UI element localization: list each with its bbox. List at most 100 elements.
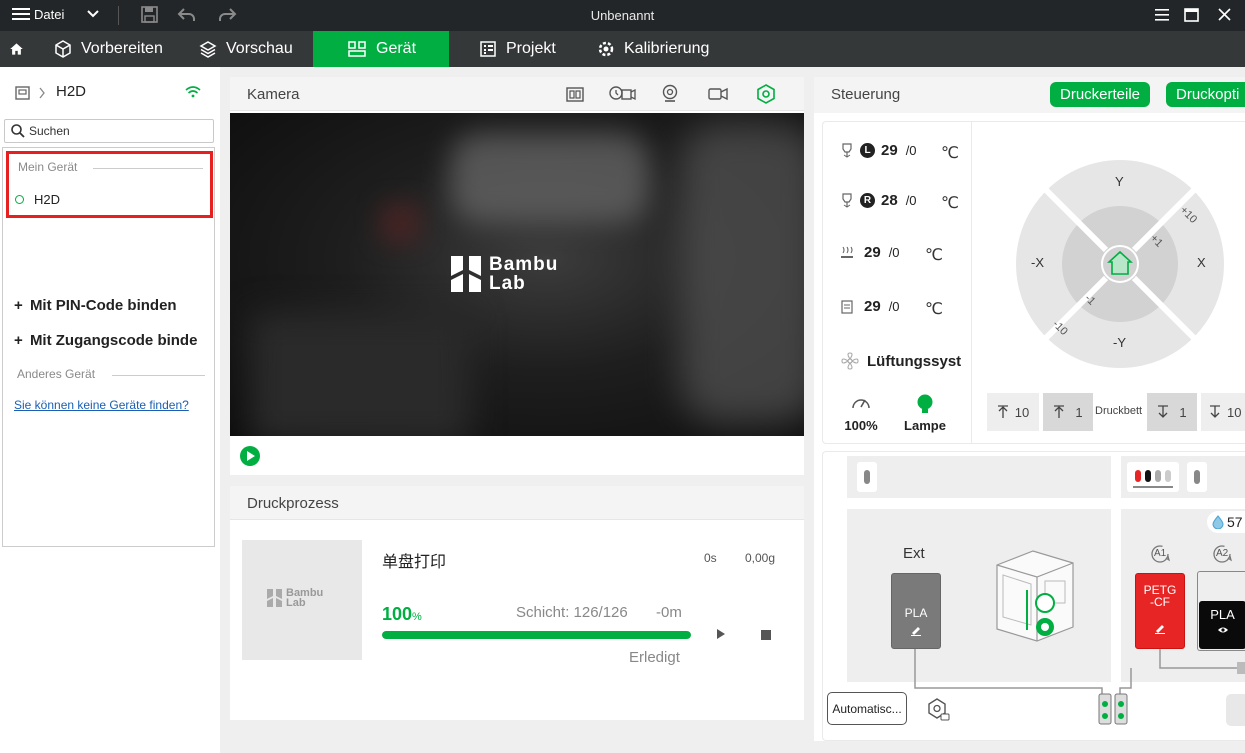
progress-percent-value: 100 xyxy=(382,604,413,624)
help-link[interactable]: Sie können keine Geräte finden? xyxy=(14,398,189,412)
bed-down-10-label: 10 xyxy=(1227,404,1242,420)
webcam-icon[interactable] xyxy=(660,83,680,105)
nozzle-icon xyxy=(842,192,852,208)
search-input[interactable] xyxy=(29,124,199,138)
undo-icon[interactable] xyxy=(176,5,198,25)
print-process-title: Druckprozess xyxy=(247,495,339,512)
ams-settings-icon[interactable] xyxy=(925,696,951,722)
thumb-logo-text: Bambu Lab xyxy=(286,588,323,609)
tab-prepare-label: Vorbereiten xyxy=(81,40,163,57)
nozzle-right-badge: R xyxy=(860,193,875,208)
bind-access-button[interactable]: + Mit Zugangscode binde xyxy=(14,332,210,349)
cube-icon xyxy=(55,40,71,58)
feed-shape-3 xyxy=(250,313,470,436)
chamber-current: 29 xyxy=(864,298,881,315)
file-menu-label: Datei xyxy=(34,6,65,22)
bed-up-1-button[interactable]: 1 xyxy=(1043,393,1093,431)
device-list: Mein Gerät H2D + Mit PIN-Code binden + M… xyxy=(2,147,215,547)
print-weight: 0,00g xyxy=(745,551,776,565)
bed-up-10-button[interactable]: 10 xyxy=(987,393,1039,431)
camera-settings-icon[interactable] xyxy=(756,84,776,104)
play-circle-icon[interactable] xyxy=(239,445,261,467)
title-bar: Datei Unbenannt xyxy=(0,0,1245,31)
tab-preview[interactable]: Vorschau xyxy=(199,31,293,67)
video-record-icon[interactable] xyxy=(707,85,729,103)
tab-prepare[interactable]: Vorbereiten xyxy=(54,31,163,67)
tab-calibration-label: Kalibrierung xyxy=(624,40,710,57)
print-options-label: Druckopti xyxy=(1176,86,1240,103)
header-divider xyxy=(112,375,205,376)
chamber-target[interactable]: /0 xyxy=(889,299,900,314)
maximize-icon[interactable] xyxy=(1181,5,1203,25)
tab-calibration[interactable]: Kalibrierung xyxy=(597,31,709,67)
bambu-logo: Bambu Lab xyxy=(449,254,558,294)
window-menu-icon[interactable] xyxy=(1152,5,1174,25)
speedometer-icon xyxy=(852,399,870,409)
title-divider xyxy=(118,6,119,25)
plus-icon: + xyxy=(14,332,23,349)
speed-control[interactable]: 100% xyxy=(841,394,881,433)
bind-pin-button[interactable]: + Mit PIN-Code binden xyxy=(14,297,177,314)
control-title: Steuerung xyxy=(831,86,901,103)
file-menu[interactable]: Datei xyxy=(12,6,100,22)
feed-shape-4 xyxy=(380,203,420,243)
tab-project[interactable]: Projekt xyxy=(479,31,556,67)
layer-info: Schicht: 126/126 xyxy=(516,604,628,621)
close-icon[interactable] xyxy=(1214,5,1236,25)
progress-fill xyxy=(382,631,691,639)
bed-down-1-button[interactable]: 1 xyxy=(1147,393,1197,431)
auto-refill-button[interactable]: Automatisc... xyxy=(827,692,907,725)
lamp-icon xyxy=(917,394,933,413)
temp-unit: ℃ xyxy=(941,145,959,162)
progress-percent-unit: % xyxy=(412,611,422,623)
load-button-stub[interactable] xyxy=(1226,694,1245,726)
thumb-line2: Lab xyxy=(286,597,306,609)
device-icon xyxy=(348,41,366,57)
arrow-down-icon xyxy=(1158,405,1169,418)
bed-up-1-label: 1 xyxy=(1075,404,1083,420)
jog-y-neg[interactable]: -Y xyxy=(1113,335,1126,350)
chamber-temp: 29 /0 xyxy=(840,298,900,315)
search-field[interactable] xyxy=(4,119,214,143)
filament-card: Ext PLA 57 A1 A2 PETG -CF PLA Automatisc… xyxy=(822,451,1245,741)
progress-percent: 100% xyxy=(382,604,422,625)
tab-home[interactable] xyxy=(9,31,33,67)
jog-y-pos[interactable]: Y xyxy=(1115,174,1124,189)
header-divider xyxy=(93,168,203,169)
save-icon[interactable] xyxy=(139,5,161,25)
fan-control[interactable]: Lüftungssyst xyxy=(841,352,961,370)
nozzle-left-target[interactable]: /0 xyxy=(906,143,917,158)
camera-header: Kamera xyxy=(230,77,804,111)
play-icon[interactable] xyxy=(715,627,727,641)
jog-x-pos[interactable]: X xyxy=(1197,255,1206,270)
logo-line1: Bambu xyxy=(489,254,559,275)
bed-up-10-label: 10 xyxy=(1014,404,1030,420)
camera-feed[interactable]: Bambu Lab xyxy=(230,113,804,436)
redo-icon[interactable] xyxy=(216,5,238,25)
print-options-button[interactable]: Druckopti xyxy=(1166,82,1245,107)
nozzle-right-target[interactable]: /0 xyxy=(906,193,917,208)
control-panel: Steuerung Druckerteile Druckopti L 29 /0… xyxy=(814,77,1245,741)
tab-project-label: Projekt xyxy=(506,40,556,57)
stop-icon[interactable] xyxy=(760,629,772,641)
printer-parts-button[interactable]: Druckerteile xyxy=(1050,82,1151,107)
timelapse-icon[interactable] xyxy=(608,84,636,104)
nozzle-right-temp: R 28 /0 xyxy=(840,192,917,209)
list-item-h2d[interactable]: H2D xyxy=(15,192,60,207)
status-dot-icon xyxy=(15,195,24,204)
bed-down-10-button[interactable]: 10 xyxy=(1201,393,1245,431)
calibration-icon xyxy=(598,41,614,57)
tab-device[interactable]: Gerät xyxy=(313,31,449,67)
jog-x-neg[interactable]: -X xyxy=(1031,255,1044,270)
nozzle-icon xyxy=(842,142,852,158)
home-axis-icon[interactable] xyxy=(1107,250,1133,276)
tab-device-label: Gerät xyxy=(376,40,417,57)
nozzle-left-current: 29 xyxy=(881,142,898,159)
bed-temp: 29 /0 xyxy=(840,244,900,261)
bed-label: Druckbett xyxy=(1095,405,1143,417)
bed-target[interactable]: /0 xyxy=(889,245,900,260)
selected-device-name[interactable]: H2D xyxy=(56,83,86,100)
lamp-control[interactable]: Lampe xyxy=(903,393,947,433)
sd-card-icon[interactable] xyxy=(564,84,586,104)
arrow-up-icon xyxy=(997,405,1008,418)
